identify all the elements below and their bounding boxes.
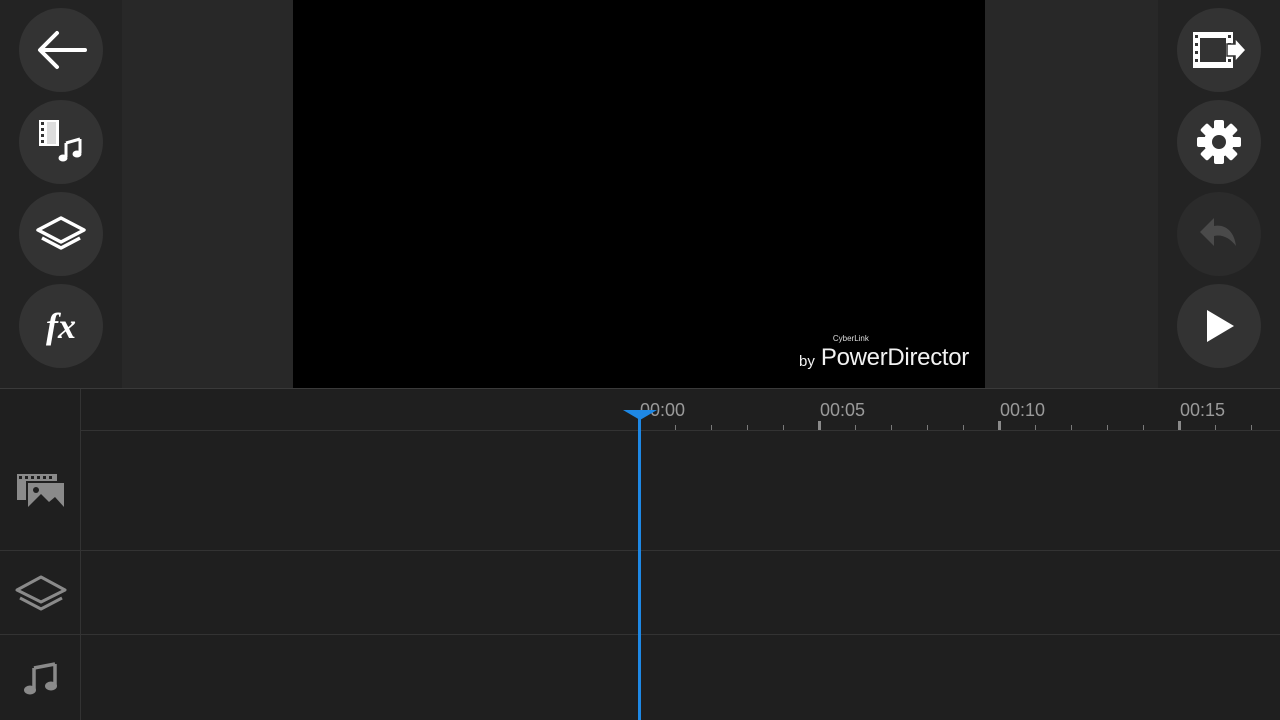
film-music-icon: [39, 120, 82, 162]
ruler-minor-tick: [927, 425, 928, 430]
ruler-major-tick: [1178, 421, 1181, 430]
undo-button[interactable]: [1177, 192, 1261, 276]
ruler-minor-tick: [963, 425, 964, 430]
export-button[interactable]: [1177, 8, 1261, 92]
ruler-minor-tick: [1071, 425, 1072, 430]
ruler-minor-tick: [1215, 425, 1216, 430]
undo-icon: [1200, 218, 1236, 246]
settings-button[interactable]: [1177, 100, 1261, 184]
layers-icon: [36, 216, 86, 250]
powerdirector-watermark: by CyberLink PowerDirector: [799, 334, 969, 372]
arrow-left-icon: [38, 31, 87, 69]
editor-top-area: by CyberLink PowerDirector: [0, 0, 1280, 388]
effects-button[interactable]: fx: [19, 284, 103, 368]
fx-icon: fx: [46, 306, 76, 346]
video-preview[interactable]: by CyberLink PowerDirector: [293, 0, 985, 388]
play-icon: [1207, 310, 1234, 342]
ruler-minor-tick: [1143, 425, 1144, 430]
track-labels-column: [0, 389, 81, 720]
ruler-label-10: 00:10: [1000, 400, 1046, 420]
ruler-minor-tick: [711, 425, 712, 430]
ruler-minor-tick: [747, 425, 748, 430]
ruler-major-tick: [998, 421, 1001, 430]
play-button[interactable]: [1177, 284, 1261, 368]
layers-button[interactable]: [19, 192, 103, 276]
gear-icon: [1197, 120, 1241, 164]
left-panel: [122, 0, 293, 388]
film-export-icon: [1193, 32, 1248, 68]
watermark-by: by: [799, 353, 815, 370]
ruler-minor-tick: [891, 425, 892, 430]
ruler-minor-tick: [1035, 425, 1036, 430]
ruler-minor-tick: [675, 425, 676, 430]
watermark-brand: CyberLink: [832, 334, 869, 343]
back-button[interactable]: [19, 8, 103, 92]
ruler-minor-tick: [1251, 425, 1252, 430]
right-panel: [985, 0, 1158, 388]
ruler-minor-tick: [855, 425, 856, 430]
ruler-minor-tick: [783, 425, 784, 430]
ruler-label-5: 00:05: [820, 400, 866, 420]
ruler-label-15: 00:15: [1180, 400, 1226, 420]
ruler-major-tick: [818, 421, 821, 430]
playhead[interactable]: [638, 412, 641, 720]
ruler-minor-tick: [1107, 425, 1108, 430]
timeline-ruler[interactable]: 00:00 00:05 00:10 00:15: [81, 389, 1280, 431]
watermark-product: PowerDirector: [820, 344, 969, 371]
media-library-button[interactable]: [19, 100, 103, 184]
